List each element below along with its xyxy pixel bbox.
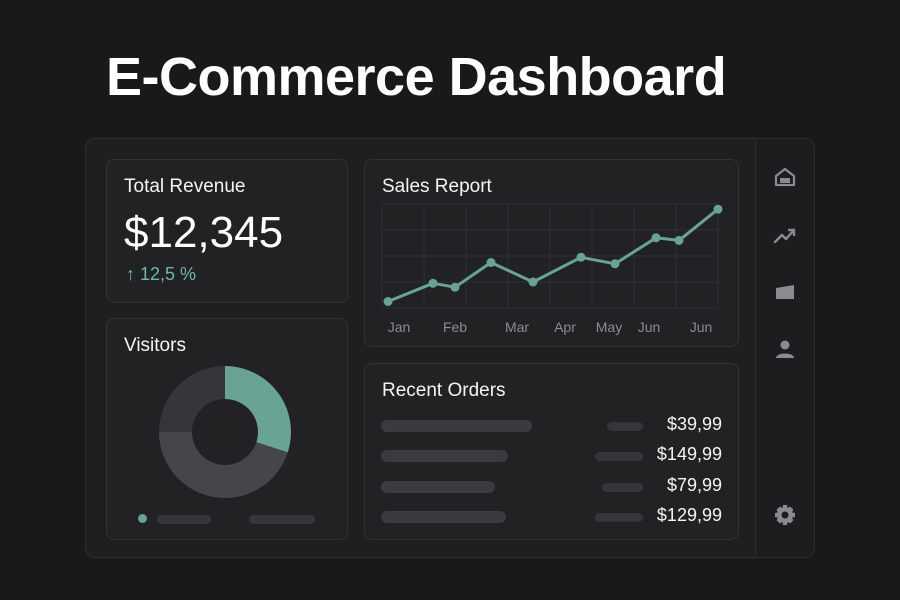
revenue-title: Total Revenue	[124, 176, 246, 197]
x-tick-label: Apr	[554, 319, 576, 335]
data-point	[486, 258, 496, 267]
data-point	[610, 259, 620, 269]
data-point	[713, 204, 723, 214]
recent-orders-card: Recent Orders $39,99 $149,99 $79,99 $129…	[364, 363, 739, 540]
revenue-card: Total Revenue $12,345 ↑ 12,5 %	[106, 159, 348, 303]
order-name-placeholder	[381, 420, 532, 432]
order-name-placeholder	[381, 450, 508, 462]
order-row[interactable]: $79,99	[365, 474, 738, 498]
x-tick-label: Mar	[505, 319, 529, 335]
x-tick-label: May	[596, 319, 622, 335]
x-tick-label: Jun	[638, 319, 661, 335]
order-row[interactable]: $129,99	[365, 504, 738, 528]
visitors-card: Visitors	[106, 318, 348, 540]
dashboard-panel: Total Revenue $12,345 ↑ 12,5 % Visitors S…	[85, 138, 815, 558]
order-name-placeholder	[381, 511, 506, 523]
x-tick-label: Jan	[388, 319, 411, 335]
x-tick-label: Feb	[443, 319, 467, 335]
data-point	[428, 278, 438, 288]
order-meta-placeholder	[602, 483, 643, 492]
x-tick-label: Jun	[690, 319, 713, 335]
visitors-title: Visitors	[124, 335, 186, 356]
recent-orders-title: Recent Orders	[382, 380, 506, 401]
legend-placeholder	[157, 515, 211, 524]
visitors-donut-chart	[159, 366, 291, 498]
data-point	[528, 277, 538, 287]
folder-icon[interactable]	[773, 280, 797, 304]
revenue-change-value: 12,5 %	[140, 264, 197, 284]
order-amount: $39,99	[666, 414, 722, 434]
sales-line-chart: Jan Feb Mar Apr May Jun Jun	[381, 203, 723, 335]
donut-segment-0	[225, 366, 291, 453]
order-amount: $129,99	[656, 505, 722, 525]
order-row[interactable]: $39,99	[365, 413, 738, 437]
arrow-up-icon: ↑	[126, 264, 135, 284]
gear-icon[interactable]	[773, 503, 797, 527]
data-point	[674, 235, 684, 245]
revenue-change: ↑ 12,5 %	[126, 264, 196, 285]
page-title: E-Commerce Dashboard	[106, 47, 727, 107]
order-amount: $149,99	[656, 444, 722, 464]
user-icon[interactable]	[773, 337, 797, 361]
side-navigation-rail	[755, 139, 814, 557]
data-point	[450, 282, 460, 292]
order-amount: $79,99	[666, 475, 722, 495]
order-name-placeholder	[381, 481, 495, 493]
legend-placeholder	[249, 515, 315, 524]
order-row[interactable]: $149,99	[365, 443, 738, 467]
home-icon[interactable]	[773, 165, 797, 189]
trend-icon[interactable]	[773, 223, 797, 247]
legend-dot	[138, 514, 147, 523]
order-meta-placeholder	[595, 513, 643, 522]
data-point	[383, 297, 393, 306]
revenue-value: $12,345	[124, 208, 284, 257]
sales-report-card: Sales Report Jan Feb Mar Apr May Jun Jun	[364, 159, 739, 347]
data-point	[576, 252, 586, 262]
data-point	[651, 233, 661, 243]
order-meta-placeholder	[607, 422, 643, 431]
donut-segment-2	[159, 366, 225, 432]
sales-line	[387, 208, 719, 303]
order-meta-placeholder	[595, 452, 643, 461]
